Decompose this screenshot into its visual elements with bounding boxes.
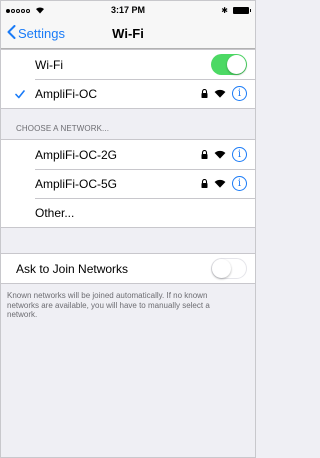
ask-to-join-toggle[interactable] — [211, 258, 247, 279]
phone-screen: 3:17 PM ✱ Settings Wi-Fi Wi-Fi AmpliFi-O… — [0, 0, 256, 458]
toggle-knob — [227, 55, 246, 74]
other-network-row[interactable]: Other... — [1, 198, 255, 227]
network-name: AmpliFi-OC-2G — [35, 147, 118, 162]
ask-to-join-group: Ask to Join Networks — [1, 253, 255, 284]
signal-dot — [26, 9, 30, 13]
status-right: ✱ — [221, 6, 251, 15]
toggle-knob — [212, 259, 231, 278]
status-time: 3:17 PM — [110, 5, 145, 15]
network-row[interactable]: AmpliFi-OC-2G i — [1, 140, 255, 169]
signal-dot — [16, 9, 20, 13]
network-row[interactable]: AmpliFi-OC-5G i — [1, 169, 255, 198]
other-network-label: Other... — [35, 205, 75, 220]
chevron-left-icon — [7, 25, 18, 42]
connected-network-row[interactable]: AmpliFi-OC i — [1, 79, 255, 108]
signal-dot — [21, 9, 25, 13]
navigation-bar: Settings Wi-Fi — [1, 19, 255, 49]
wifi-toggle[interactable] — [211, 54, 247, 75]
battery-icon — [233, 7, 251, 14]
connected-network-name: AmpliFi-OC — [35, 86, 97, 101]
wifi-toggle-label: Wi-Fi — [35, 57, 63, 72]
page-title: Wi-Fi — [112, 26, 144, 41]
wifi-group: Wi-Fi AmpliFi-OC i — [1, 49, 255, 109]
info-button[interactable]: i — [232, 176, 247, 191]
choose-network-header: CHOOSE A NETWORK... — [16, 124, 110, 133]
checkmark-icon — [15, 88, 25, 102]
signal-dot — [11, 9, 15, 13]
ask-to-join-row: Ask to Join Networks — [1, 254, 255, 283]
wifi-toggle-row: Wi-Fi — [1, 50, 255, 79]
signal-strength — [6, 6, 45, 16]
info-button[interactable]: i — [232, 147, 247, 162]
wifi-icon — [214, 150, 226, 159]
lock-icon — [201, 150, 208, 159]
network-name: AmpliFi-OC-5G — [35, 176, 118, 191]
ask-to-join-label: Ask to Join Networks — [16, 261, 129, 276]
back-button-label: Settings — [18, 26, 65, 41]
wifi-icon — [214, 89, 226, 98]
lock-icon — [201, 179, 208, 188]
info-button[interactable]: i — [232, 86, 247, 101]
bluetooth-icon: ✱ — [221, 6, 228, 15]
ask-to-join-footer: Known networks will be joined automatica… — [7, 291, 210, 319]
networks-group: AmpliFi-OC-2G i AmpliFi-OC-5G i Other... — [1, 139, 255, 228]
signal-dot — [6, 9, 10, 13]
back-button[interactable]: Settings — [7, 25, 65, 42]
lock-icon — [201, 89, 208, 98]
status-wifi-icon — [35, 6, 45, 16]
status-bar: 3:17 PM ✱ — [1, 1, 255, 19]
wifi-icon — [214, 179, 226, 188]
